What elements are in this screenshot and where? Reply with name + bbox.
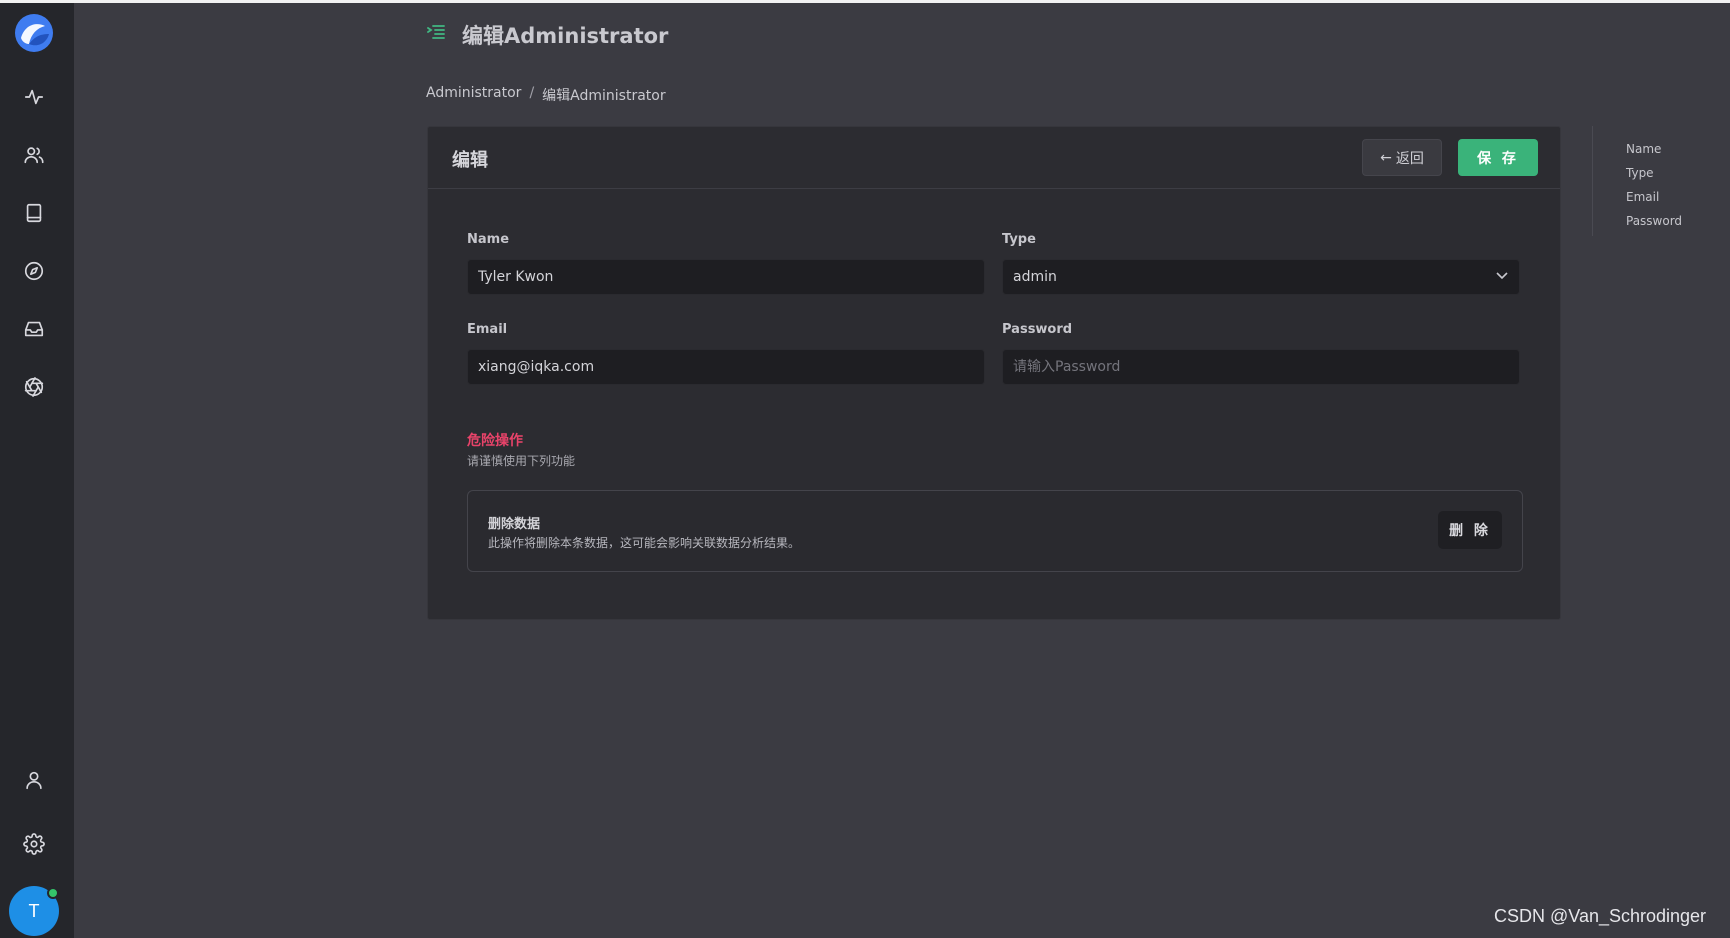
sidebar-rail: T xyxy=(0,3,74,938)
breadcrumb-item-current: 编辑Administrator xyxy=(542,88,666,104)
breadcrumb-item-administrator[interactable]: Administrator xyxy=(426,85,521,105)
password-input[interactable] xyxy=(1002,349,1520,385)
anchor-link-name[interactable]: Name xyxy=(1626,141,1722,165)
anchor-link-type[interactable]: Type xyxy=(1626,165,1722,189)
type-select[interactable]: admin xyxy=(1002,259,1520,295)
breadcrumb: Administrator / 编辑Administrator xyxy=(426,85,666,105)
breadcrumb-separator: / xyxy=(529,85,535,101)
avatar[interactable]: T xyxy=(9,886,59,936)
chevron-down-icon xyxy=(1495,268,1509,286)
top-border xyxy=(0,0,1730,3)
danger-zone-title: 危险操作 xyxy=(467,433,523,449)
back-button[interactable]: ← 返回 xyxy=(1362,139,1442,176)
book-icon[interactable] xyxy=(22,201,46,225)
email-input[interactable] xyxy=(467,349,985,385)
password-label: Password xyxy=(1002,322,1073,337)
compass-icon[interactable] xyxy=(22,259,46,283)
inbox-icon[interactable] xyxy=(22,317,46,341)
delete-data-panel: 删除数据 此操作将删除本条数据，这可能会影响关联数据分析结果。 删 除 xyxy=(467,490,1523,572)
save-button[interactable]: 保 存 xyxy=(1458,139,1538,176)
aperture-icon[interactable] xyxy=(22,375,46,399)
edit-card: 编辑 ← 返回 保 存 Name Type admin Email Passwo… xyxy=(427,126,1561,620)
type-label: Type xyxy=(1002,232,1036,247)
page-title: 编辑Administrator xyxy=(462,24,669,48)
delete-button[interactable]: 删 除 xyxy=(1438,511,1502,549)
anchor-link-email[interactable]: Email xyxy=(1626,189,1722,213)
users-icon[interactable] xyxy=(22,143,46,167)
online-status-dot xyxy=(47,887,59,899)
card-title: 编辑 xyxy=(452,150,488,171)
watermark: CSDN @Van_Schrodinger xyxy=(1494,906,1707,926)
delete-data-description: 此操作将删除本条数据，这可能会影响关联数据分析结果。 xyxy=(488,536,801,550)
delete-data-title: 删除数据 xyxy=(488,517,541,532)
type-select-value: admin xyxy=(1013,269,1057,285)
anchor-link-password[interactable]: Password xyxy=(1626,213,1722,237)
name-label: Name xyxy=(467,232,510,247)
activity-icon[interactable] xyxy=(22,85,46,109)
avatar-initial: T xyxy=(28,900,40,921)
logo-icon[interactable] xyxy=(15,14,53,52)
menu-indent-icon[interactable] xyxy=(427,23,445,41)
gear-icon[interactable] xyxy=(22,832,46,856)
arrow-left-icon: ← xyxy=(1380,149,1392,166)
back-button-label: 返回 xyxy=(1395,150,1424,167)
anchor-nav: Name Type Email Password xyxy=(1592,126,1722,236)
email-label: Email xyxy=(467,322,508,337)
user-icon[interactable] xyxy=(22,768,46,792)
card-header: 编辑 ← 返回 保 存 xyxy=(428,127,1560,189)
danger-zone-subtitle: 请谨慎使用下列功能 xyxy=(467,454,576,468)
name-input[interactable] xyxy=(467,259,985,295)
